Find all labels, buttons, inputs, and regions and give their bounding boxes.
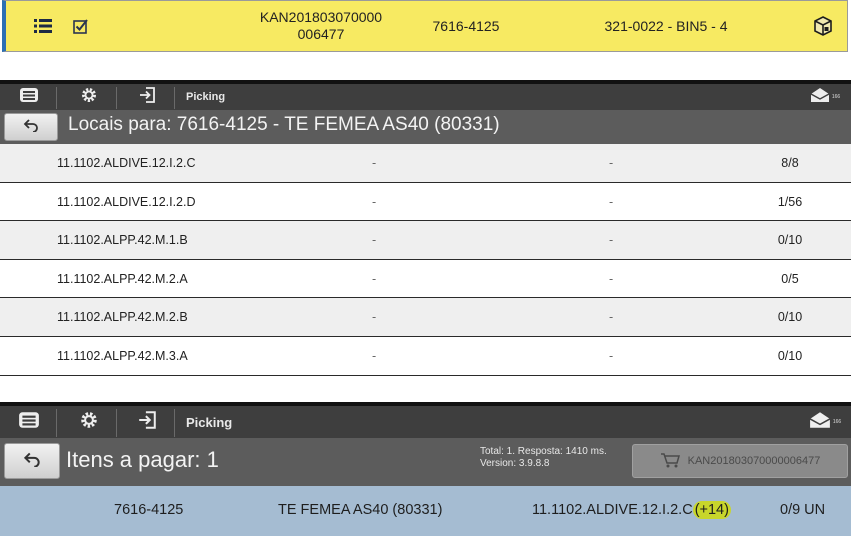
bin-location: 321-0022 - BIN5 - 4: [604, 18, 728, 34]
menu-button[interactable]: [8, 84, 50, 110]
location-code: 11.1102.ALDIVE.12.I.2.C: [57, 156, 196, 170]
column-2-value: -: [372, 271, 377, 286]
location-code: 11.1102.ALPP.42.M.1.B: [57, 233, 188, 248]
cart-kanban-label: KAN201803070000006477: [687, 455, 821, 467]
back-arrow-icon: [22, 118, 40, 137]
toolbar-divider: [56, 87, 57, 109]
table-row[interactable]: 7616-4125 TE FEMEA AS40 (80331) 11.1102.…: [0, 486, 851, 536]
task-row-panel: KAN201803070000 006477 7616-4125 321-002…: [0, 0, 851, 58]
location-code: 11.1102.ALPP.42.M.3.A: [57, 348, 188, 363]
toolbar-title: Picking: [186, 91, 226, 103]
gear-icon: [80, 86, 98, 109]
messages-badge: 166: [832, 419, 842, 425]
toolbar-divider: [174, 409, 175, 437]
location-code: 11.1102.ALDIVE.12.I.2.D: [57, 194, 196, 209]
column-3-value: -: [609, 156, 614, 170]
back-button[interactable]: [4, 443, 60, 479]
settings-button[interactable]: [68, 406, 110, 438]
messages-button[interactable]: 166: [804, 84, 846, 110]
item-location: 11.1102.ALDIVE.12.I.2.C (+14): [532, 501, 731, 519]
logout-button[interactable]: [126, 84, 168, 110]
gear-icon: [79, 410, 99, 435]
login-icon: [138, 86, 156, 109]
back-arrow-icon: [22, 451, 42, 472]
screen-header: Locais para: 7616-4125 - TE FEMEA AS40 (…: [0, 110, 851, 144]
task-row[interactable]: KAN201803070000 006477 7616-4125 321-002…: [2, 0, 848, 52]
location-code: 11.1102.ALPP.42.M.2.B: [57, 310, 188, 325]
column-2-value: -: [372, 156, 377, 170]
item-location-code: 11.1102.ALDIVE.12.I.2.C: [532, 502, 693, 518]
mail-icon: [810, 87, 830, 108]
column-3-value: -: [609, 310, 614, 325]
cart-icon: [660, 452, 682, 471]
settings-button[interactable]: [68, 84, 110, 110]
toolbar-divider: [56, 409, 57, 437]
quantity: 1/56: [777, 194, 803, 209]
quantity: 8/8: [781, 156, 799, 170]
messages-button[interactable]: 166: [804, 406, 846, 438]
menu-button[interactable]: [8, 406, 50, 438]
messages-badge: 166: [831, 94, 841, 100]
column-3-value: -: [609, 194, 614, 209]
column-3-value: -: [609, 271, 614, 286]
toolbar-divider: [116, 409, 117, 437]
part-code: 7616-4125: [432, 18, 500, 34]
toolbar-divider: [116, 87, 117, 109]
quantity: 0/10: [777, 310, 803, 325]
list-icon[interactable]: [32, 15, 54, 37]
kanban-line-1: KAN201803070000: [259, 9, 383, 25]
quantity: 0/5: [781, 271, 799, 286]
column-2-value: -: [372, 194, 377, 209]
locations-list: 11.1102.ALDIVE.12.I.2.C - - 8/8 11.1102.…: [0, 144, 851, 376]
response-info: Total: 1. Resposta: 1410 ms. Version: 3.…: [480, 446, 607, 470]
column-3-value: -: [609, 233, 614, 248]
list-item[interactable]: 11.1102.ALDIVE.12.I.2.C - - 8/8: [0, 144, 851, 183]
list-item[interactable]: 11.1102.ALPP.42.M.2.A - - 0/5: [0, 259, 851, 299]
item-part-code: 7616-4125: [114, 502, 184, 518]
quantity: 0/10: [777, 233, 803, 248]
cart-button[interactable]: KAN201803070000006477: [632, 444, 848, 478]
column-3-value: -: [609, 348, 614, 363]
column-2-value: -: [372, 310, 377, 325]
extra-locations-badge: (+14): [692, 501, 731, 519]
item-quantity: 0/9 UN: [780, 502, 826, 518]
list-item[interactable]: 11.1102.ALPP.42.M.3.A - - 0/10: [0, 336, 851, 376]
list-item[interactable]: 11.1102.ALPP.42.M.2.B - - 0/10: [0, 298, 851, 337]
page-title: Locais para: 7616-4125 - TE FEMEA AS40 (…: [68, 114, 500, 135]
menu-icon: [18, 411, 40, 434]
checkbox-icon[interactable]: [70, 15, 92, 37]
logout-button[interactable]: [126, 406, 168, 438]
screen-header: Itens a pagar: 1 Total: 1. Resposta: 141…: [0, 438, 851, 486]
toolbar: Picking 166: [0, 402, 851, 438]
toolbar: Picking 166: [0, 80, 851, 110]
toolbar-title: Picking: [186, 414, 233, 430]
page-title: Itens a pagar: 1: [66, 447, 219, 472]
menu-icon: [19, 87, 39, 108]
login-icon: [137, 410, 157, 435]
kanban-number: KAN201803070000 006477: [252, 9, 390, 43]
list-item[interactable]: 11.1102.ALDIVE.12.I.2.D - - 1/56: [0, 182, 851, 222]
list-item[interactable]: 11.1102.ALPP.42.M.1.B - - 0/10: [0, 221, 851, 260]
location-code: 11.1102.ALPP.42.M.2.A: [57, 271, 188, 286]
kanban-line-2: 006477: [297, 26, 345, 42]
quantity: 0/10: [777, 348, 803, 363]
item-description: TE FEMEA AS40 (80331): [278, 502, 443, 518]
toolbar-divider: [174, 87, 175, 109]
response-summary: Total: 1. Resposta: 1410 ms.: [480, 446, 607, 457]
column-2-value: -: [372, 233, 377, 248]
back-button[interactable]: [4, 113, 58, 141]
box-icon[interactable]: [812, 15, 834, 37]
column-2-value: -: [372, 348, 377, 363]
app-version: Version: 3.9.8.8: [480, 458, 550, 469]
mail-icon: [809, 411, 831, 434]
